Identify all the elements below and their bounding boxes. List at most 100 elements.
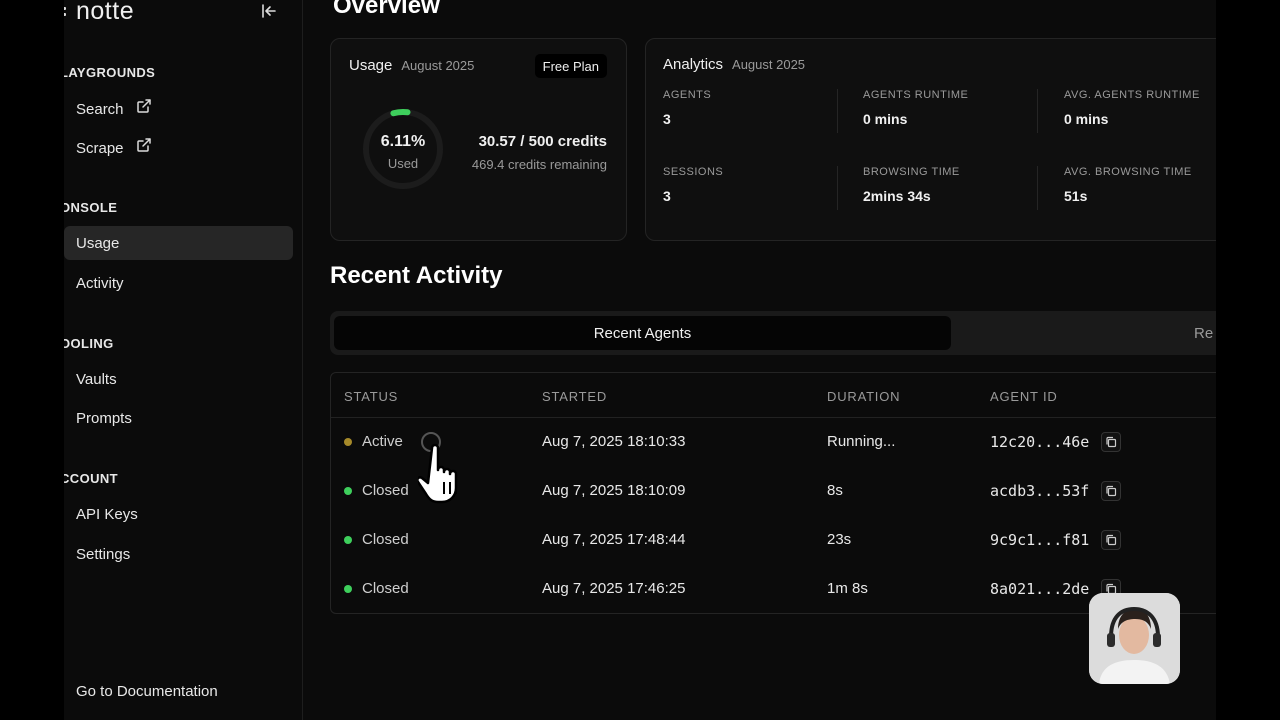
agent-id: 12c20...46e (990, 432, 1090, 451)
documentation-icon (64, 684, 68, 702)
section-label-console: ONSOLE (64, 200, 118, 215)
copy-icon[interactable] (1101, 431, 1122, 452)
plan-badge: Free Plan (534, 54, 607, 78)
scrape-icon (64, 140, 68, 154)
agent-id: acdb3...53f (990, 481, 1090, 500)
webcam-overlay (1089, 593, 1180, 684)
started-cell: Aug 7, 2025 17:46:25 (542, 580, 686, 597)
metric-divider (1037, 89, 1038, 133)
analytics-title: Analytics (663, 56, 724, 73)
brand-logo[interactable]: notte (64, 0, 134, 26)
sidebar-item-search[interactable]: Search (64, 91, 293, 125)
agent-id-cell: acdb3...53f (990, 466, 1122, 515)
analytics-month: August 2025 (732, 57, 806, 72)
status-cell: Closed (344, 564, 409, 613)
external-link-icon (136, 98, 152, 114)
sidebar-item-usage[interactable]: Usage (64, 226, 293, 260)
started-cell: Aug 7, 2025 18:10:09 (542, 482, 686, 499)
metric-divider (1037, 166, 1038, 210)
section-label-account: CCOUNT (64, 471, 119, 486)
agent-id: 8a021...2de (990, 579, 1090, 598)
sidebar: notte LAYGROUNDS Search Scrape ONSOLE Us… (64, 0, 303, 720)
agent-id-cell: 12c20...46e (990, 417, 1122, 466)
collapse-icon (262, 4, 276, 18)
sidebar-item-label: Activity (76, 274, 124, 292)
usage-card: Usage August 2025 Free Plan 6.11% Used 3… (330, 38, 627, 241)
sidebar-item-settings[interactable]: Settings (64, 537, 293, 571)
duration-cell: 8s (827, 482, 843, 499)
collapse-sidebar-button[interactable] (258, 0, 280, 22)
column-header-started: STARTED (542, 389, 608, 404)
metric-divider (837, 166, 838, 210)
metric-agents-runtime: AGENTS RUNTIME 0 mins (863, 89, 969, 127)
activity-tabs: Recent Agents Re (330, 311, 1216, 355)
metric-avg-agents-runtime: AVG. AGENTS RUNTIME 0 mins (1064, 89, 1200, 127)
started-cell: Aug 7, 2025 18:10:33 (542, 433, 686, 450)
usage-icon (64, 236, 68, 250)
agent-id-cell: 9c9c1...f81 (990, 515, 1122, 564)
usage-title: Usage (349, 57, 393, 74)
page-title: Overview (333, 0, 440, 19)
sidebar-item-label: API Keys (76, 505, 138, 523)
metric-agents: AGENTS 3 (663, 89, 712, 127)
sidebar-item-label: Vaults (76, 370, 117, 388)
brand-name: notte (76, 0, 135, 25)
sidebar-item-vaults[interactable]: Vaults (64, 362, 293, 396)
metric-sessions: SESSIONS 3 (663, 166, 724, 204)
notte-logo-icon (64, 4, 68, 18)
search-icon (64, 101, 68, 115)
doc-link-label: Go to Documentation (76, 682, 218, 700)
sidebar-item-api-keys[interactable]: API Keys (64, 497, 293, 531)
presenter-avatar (1089, 593, 1180, 684)
started-cell: Aug 7, 2025 17:48:44 (542, 531, 686, 548)
sidebar-item-label: Settings (76, 545, 131, 563)
recent-activity-title: Recent Activity (330, 262, 503, 289)
copy-icon[interactable] (1101, 529, 1122, 550)
credits-remaining: 469.4 credits remaining (471, 157, 607, 172)
copy-icon[interactable] (1101, 480, 1122, 501)
metric-browsing-time: BROWSING TIME 2mins 34s (863, 166, 960, 204)
duration-cell: 23s (827, 531, 852, 548)
external-link-icon (136, 137, 152, 153)
sidebar-item-label: Scrape (76, 140, 124, 157)
metric-divider (837, 89, 838, 133)
app-window: notte LAYGROUNDS Search Scrape ONSOLE Us… (64, 0, 1216, 720)
status-dot (344, 584, 352, 593)
status-dot (344, 535, 352, 544)
section-label-tooling: OOLING (64, 336, 114, 351)
table-row[interactable]: Closed Aug 7, 2025 17:46:25 1m 8s 8a021.… (331, 564, 1216, 613)
status-dot (344, 486, 352, 495)
prompt-icon (64, 411, 68, 425)
credits-used: 30.57 / 500 credits (478, 133, 607, 150)
analytics-card: Analytics August 2025 AGENTS 3 AGENTS RU… (645, 38, 1216, 241)
status-cell: Closed (344, 515, 409, 564)
sidebar-item-label: Usage (76, 234, 120, 252)
sidebar-item-prompts[interactable]: Prompts (64, 401, 293, 435)
activity-icon (64, 276, 68, 290)
status-cell: Closed (344, 466, 409, 515)
sidebar-item-activity[interactable]: Activity (64, 266, 293, 300)
sidebar-item-label: Prompts (76, 409, 132, 427)
key-icon (64, 507, 68, 521)
tab-recent-sessions[interactable]: Re (1194, 316, 1216, 350)
metric-avg-browsing-time: AVG. BROWSING TIME 51s (1064, 166, 1192, 204)
usage-used-label: Used (387, 156, 419, 171)
gear-icon (64, 547, 68, 561)
main-content: Overview Usage August 2025 Free Plan 6.1… (303, 0, 1216, 720)
duration-cell: 1m 8s (827, 580, 868, 597)
status-dot (344, 437, 352, 446)
sidebar-item-label: Search (76, 101, 124, 118)
agent-id: 9c9c1...f81 (990, 530, 1090, 549)
sidebar-item-scrape[interactable]: Scrape (64, 130, 293, 164)
hand-cursor-icon (418, 443, 458, 504)
duration-cell: Running... (827, 433, 896, 450)
table-row[interactable]: Closed Aug 7, 2025 17:48:44 23s 9c9c1...… (331, 515, 1216, 564)
usage-percent: 6.11% (380, 133, 426, 150)
section-label-playgrounds: LAYGROUNDS (64, 65, 156, 80)
column-header-duration: DURATION (827, 389, 901, 404)
usage-month: August 2025 (401, 58, 475, 73)
column-header-status: STATUS (344, 389, 399, 404)
tab-recent-agents[interactable]: Recent Agents (334, 316, 951, 350)
column-header-agent-id: AGENT ID (990, 389, 1058, 404)
vault-icon (64, 372, 68, 386)
